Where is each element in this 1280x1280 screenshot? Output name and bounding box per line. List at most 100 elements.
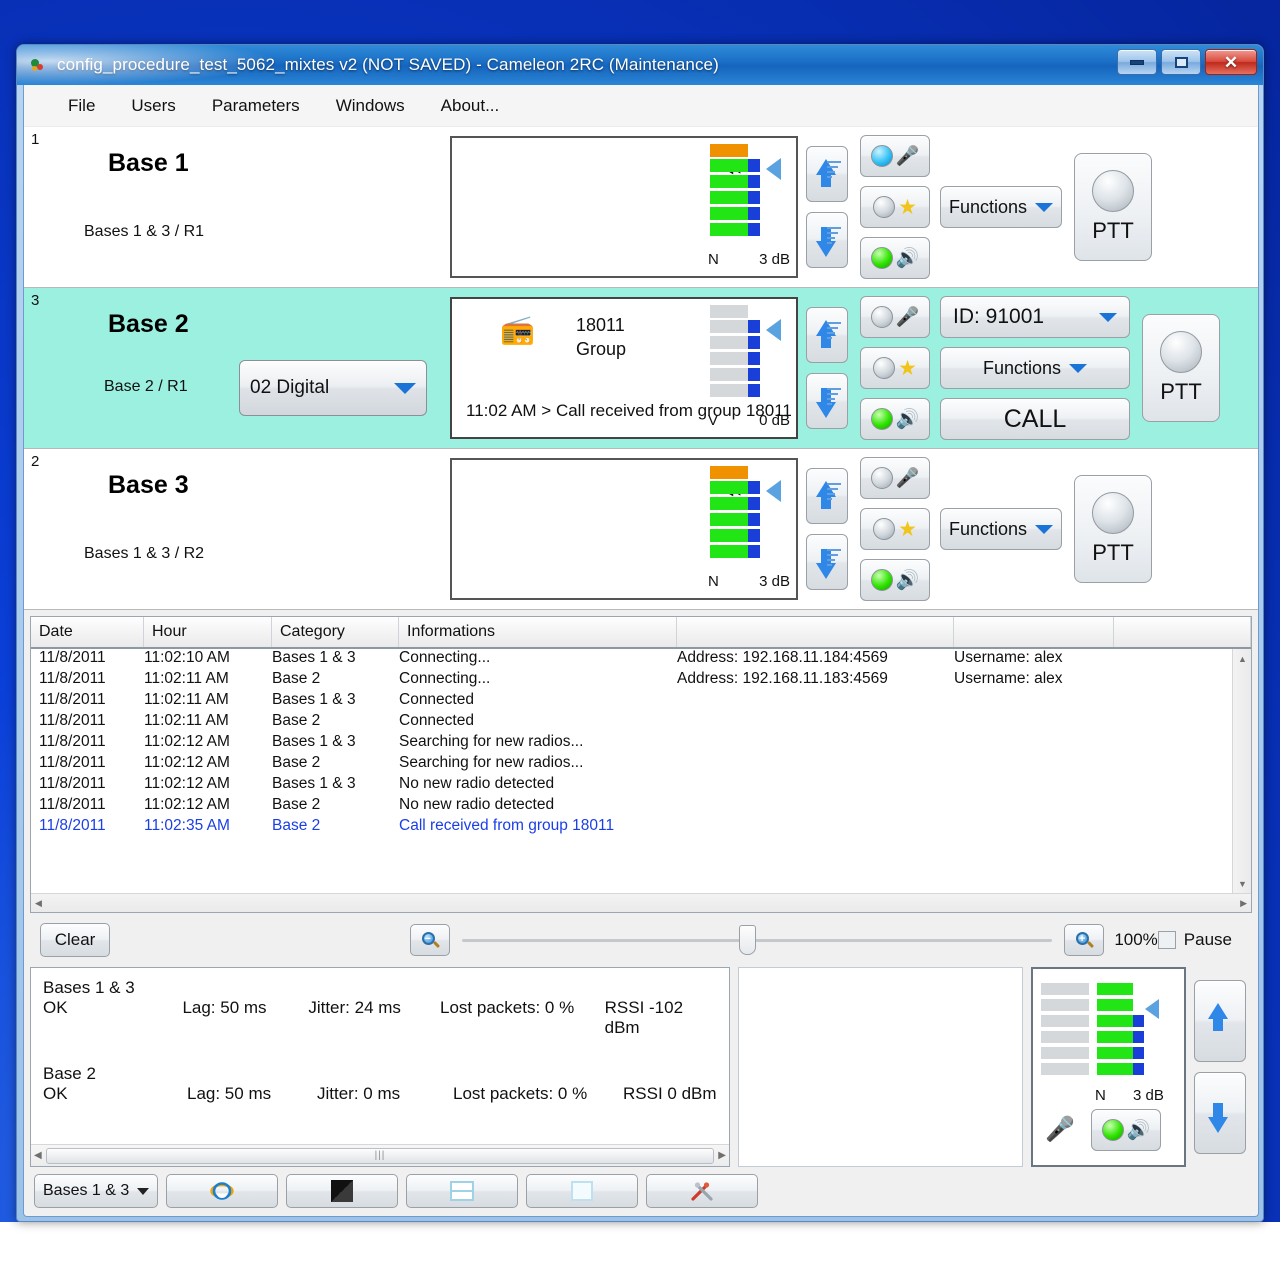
stat-lost-packets: Lost packets: 0 % [453,1084,623,1104]
slider-thumb[interactable] [739,925,756,955]
minimize-button[interactable] [1117,49,1157,75]
base-selector-combo[interactable]: Bases 1 & 3 [34,1174,158,1208]
microphone-icon: 🎤 [1045,1115,1075,1144]
log-col-category[interactable]: Category [272,617,399,647]
scroll-right-icon[interactable]: ▶ [718,1150,726,1161]
volume-down-button[interactable] [806,534,848,590]
log-col-username[interactable] [954,617,1114,647]
zoom-in-button[interactable]: + [1064,924,1104,956]
base-row[interactable]: 3 Base 2 Base 2 / R1 02 Digital 📻 18011 … [24,288,1258,449]
browser-button[interactable] [166,1174,278,1208]
clear-button[interactable]: Clear [40,923,110,957]
microphone-toggle-button[interactable]: 🎤 [860,296,930,338]
close-button[interactable]: ✕ [1205,49,1257,75]
scroll-thumb[interactable]: ||| [46,1148,715,1164]
ptt-column: PTT [1062,127,1154,287]
maximize-button[interactable] [1161,49,1201,75]
speaker-toggle-button[interactable]: 🔊 [860,559,930,601]
stat-status: OK [43,1084,187,1104]
speaker-toggle-button[interactable]: 🔊 [860,398,930,440]
base-row[interactable]: 1 Base 1 Bases 1 & 3 / R1 ⌁ [24,127,1258,288]
pause-checkbox[interactable] [1158,931,1176,949]
microphone-icon: 🎤 [896,308,920,327]
audio-volume-down-button[interactable] [1194,1072,1246,1154]
ptt-button[interactable]: PTT [1074,475,1152,583]
log-row[interactable]: 11/8/201111:02:12 AMBases 1 & 3Searching… [31,733,1251,754]
scroll-left-icon[interactable]: ◀ [34,1150,42,1161]
log-date: 11/8/2011 [39,649,144,670]
log-row[interactable]: 11/8/201111:02:11 AMBase 2Connecting...A… [31,670,1251,691]
log-col-address[interactable] [677,617,954,647]
log-row[interactable]: 11/8/201111:02:12 AMBase 2No new radio d… [31,796,1251,817]
menu-item-about[interactable]: About... [423,92,518,120]
radio-id-dropdown[interactable]: ID: 91001 [940,296,1130,338]
scroll-up-icon[interactable]: ▲ [1233,649,1251,668]
microphone-toggle-button[interactable]: 🎤 [860,457,930,499]
log-col-extra[interactable] [1114,617,1251,647]
favorite-toggle-button[interactable]: ★ [860,508,930,550]
menu-item-users[interactable]: Users [113,92,193,120]
log-hour: 11:02:11 AM [144,712,272,733]
single-view-button[interactable] [526,1174,638,1208]
title-bar[interactable]: config_procedure_test_5062_mixtes v2 (NO… [17,45,1263,85]
log-hour: 11:02:35 AM [144,817,272,838]
volume-down-button[interactable] [806,373,848,429]
functions-dropdown[interactable]: Functions [940,508,1062,550]
audio-speaker-toggle-button[interactable]: 🔊 [1091,1109,1161,1151]
speaker-led [1102,1119,1124,1141]
speaker-toggle-button[interactable]: 🔊 [860,237,930,279]
split-view-button[interactable] [406,1174,518,1208]
volume-down-button[interactable] [806,212,848,268]
volume-up-button[interactable] [806,307,848,363]
base-message-panel: 📻 18011 Group 11:02 AM > Call received f… [450,297,798,439]
log-row[interactable]: 11/8/201111:02:12 AMBases 1 & 3No new ra… [31,775,1251,796]
call-button[interactable]: CALL [940,398,1130,440]
zoom-slider[interactable] [462,924,1052,956]
vu-mode-label: N [708,573,719,590]
volume-up-button[interactable] [806,468,848,524]
log-vertical-scrollbar[interactable]: ▲ ▼ [1232,649,1251,893]
log-row[interactable]: 11/8/201111:02:11 AMBase 2Connected [31,712,1251,733]
log-date: 11/8/2011 [39,670,144,691]
log-col-date[interactable]: Date [31,617,144,647]
log-row[interactable]: 11/8/201111:02:11 AMBases 1 & 3Connected [31,691,1251,712]
audio-volume-up-button[interactable] [1194,980,1246,1062]
menu-item-parameters[interactable]: Parameters [194,92,318,120]
level-bars-icon [827,161,841,181]
ptt-button[interactable]: PTT [1074,153,1152,261]
zoom-out-button[interactable]: − [410,924,450,956]
stat-lag: Lag: 50 ms [182,998,308,1038]
log-row[interactable]: 11/8/201111:02:12 AMBase 2Searching for … [31,754,1251,775]
display-button[interactable] [286,1174,398,1208]
zoom-value-label: 100% [1114,930,1157,950]
log-horizontal-scrollbar[interactable]: ◀ ▶ [31,893,1251,912]
ptt-label: PTT [1092,540,1134,566]
log-col-hour[interactable]: Hour [144,617,272,647]
microphone-toggle-button[interactable]: 🎤 [860,135,930,177]
log-row[interactable]: 11/8/201111:02:35 AMBase 2Call received … [31,817,1251,838]
scroll-right-icon[interactable]: ▶ [1240,898,1247,909]
log-body[interactable]: 11/8/201111:02:10 AMBases 1 & 3Connectin… [31,649,1251,912]
functions-dropdown[interactable]: Functions [940,186,1062,228]
base-row[interactable]: 2 Base 3 Bases 1 & 3 / R2 ⌁ [24,449,1258,610]
log-col-informations[interactable]: Informations [399,617,677,647]
volume-up-button[interactable] [806,146,848,202]
black-square-icon [331,1180,353,1202]
pause-control[interactable]: Pause [1158,930,1242,950]
functions-dropdown[interactable]: Functions [940,347,1130,389]
tools-button[interactable] [646,1174,758,1208]
favorite-toggle-button[interactable]: ★ [860,347,930,389]
level-arrow-buttons [798,288,850,448]
channel-select[interactable]: 02 Digital [239,360,427,416]
menu-item-file[interactable]: File [50,92,113,120]
speaker-led [871,408,893,430]
scroll-left-icon[interactable]: ◀ [35,898,42,909]
window-buttons: ✕ [1117,49,1257,75]
log-row[interactable]: 11/8/201111:02:10 AMBases 1 & 3Connectin… [31,649,1251,670]
menu-item-windows[interactable]: Windows [318,92,423,120]
favorite-toggle-button[interactable]: ★ [860,186,930,228]
statistics-horizontal-scrollbar[interactable]: ◀ ||| ▶ [31,1144,729,1166]
log-hour: 11:02:12 AM [144,733,272,754]
scroll-down-icon[interactable]: ▼ [1233,874,1251,893]
ptt-button[interactable]: PTT [1142,314,1220,422]
